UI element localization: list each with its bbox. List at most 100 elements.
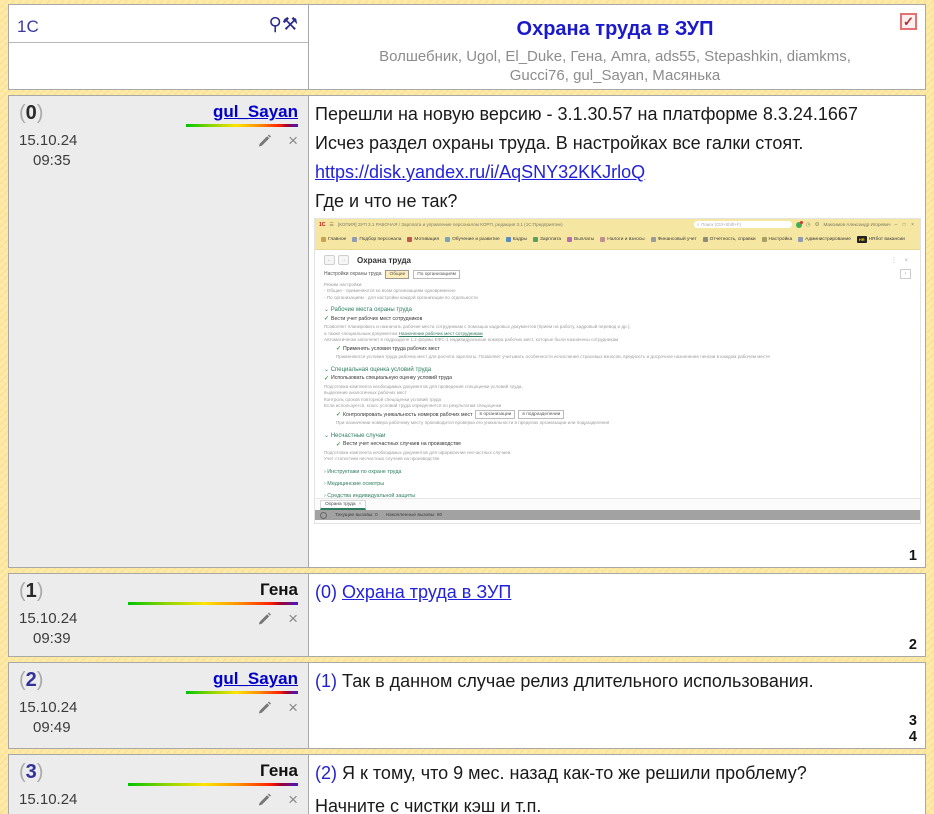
reply-refs: 2 bbox=[909, 637, 917, 653]
delete-post-icon[interactable]: × bbox=[288, 612, 298, 626]
section-siz: › Средства индивидуальной защиты bbox=[324, 493, 911, 498]
author-name[interactable]: Гена bbox=[260, 580, 298, 600]
section-medosmotry: › Медицинские осмотры bbox=[324, 481, 911, 487]
post-row-1: (1) 15.10.24 09:39 Гена × ( bbox=[8, 573, 926, 657]
author-rating-bar bbox=[186, 691, 298, 694]
edit-post-icon[interactable] bbox=[257, 792, 272, 807]
post-paragraph: Перешли на новую версию - 3.1.30.57 на п… bbox=[315, 100, 893, 129]
post-time: 09:35 bbox=[19, 151, 77, 171]
app-tabbar: Охрана труда× bbox=[315, 498, 920, 510]
post-meta-0: (0) 15.10.24 09:35 gul_Sayan × bbox=[9, 96, 309, 567]
gear-icon: ⚙ bbox=[815, 222, 820, 228]
delete-post-icon[interactable]: × bbox=[288, 701, 298, 715]
collapse-icon: ↑ bbox=[900, 269, 911, 279]
topic-link[interactable]: Охрана труда в ЗУП bbox=[342, 582, 511, 602]
author-link[interactable]: gul_Sayan bbox=[213, 669, 298, 689]
section-underline bbox=[9, 42, 308, 43]
back-icon: ← bbox=[324, 255, 335, 265]
topic-header-row: 1C ⚲​⚒ Охрана труда в ЗУП Волшебник, Ugo… bbox=[8, 4, 926, 90]
post-ref-link[interactable]: (1) bbox=[315, 671, 337, 691]
app-menu-bar: Главное Подбор персонала Мотивация Обуче… bbox=[315, 230, 920, 250]
hr-badge: HR bbox=[857, 236, 867, 243]
history-icon: ◷ bbox=[806, 222, 811, 228]
post-time: 09:53 bbox=[19, 810, 77, 814]
post-body-3: (2) Я к тому, что 9 мес. назад как-то же… bbox=[309, 755, 925, 814]
post-body-2: (1) Так в данном случае релиз длительног… bbox=[309, 663, 925, 748]
forum-page: 1C ⚲​⚒ Охрана труда в ЗУП Волшебник, Ugo… bbox=[0, 0, 934, 814]
section-accidents: ⌄ Несчастные случаи bbox=[324, 432, 911, 439]
section-label: 1C bbox=[17, 17, 39, 37]
forward-icon: → bbox=[338, 255, 349, 265]
settings-label: Настройки охраны труда bbox=[324, 271, 381, 277]
post-paragraph: Я к тому, что 9 мес. назад как-то же реш… bbox=[342, 763, 807, 783]
tab-obschie: Общие bbox=[385, 270, 409, 279]
post-ref-link[interactable]: (2) bbox=[315, 763, 337, 783]
tools-icon[interactable]: ⚲​⚒ bbox=[269, 14, 298, 35]
post-time: 09:39 bbox=[19, 629, 77, 649]
post-paragraph: Где и что не так? bbox=[315, 187, 893, 216]
tab-close-icon: × bbox=[359, 502, 362, 507]
delete-post-icon[interactable]: × bbox=[288, 793, 298, 807]
reply-ref-link[interactable]: 4 bbox=[909, 729, 917, 745]
author-rating-bar bbox=[128, 783, 298, 786]
author-link[interactable]: gul_Sayan bbox=[213, 102, 298, 122]
reply-ref-link[interactable]: 2 bbox=[909, 637, 917, 653]
window-controls: – □ × bbox=[895, 222, 917, 228]
post-time: 09:49 bbox=[19, 718, 77, 738]
post-meta-1: (1) 15.10.24 09:39 Гена × bbox=[9, 574, 309, 656]
post-date: 15.10.24 bbox=[19, 609, 77, 629]
reply-ref-link[interactable]: 1 bbox=[909, 548, 917, 564]
post-body-0: Перешли на новую версию - 3.1.30.57 на п… bbox=[309, 96, 925, 567]
check-icon: ✓ bbox=[902, 15, 915, 28]
tab-po-organizaciyam: По организациям bbox=[413, 270, 460, 279]
edit-post-icon[interactable] bbox=[257, 700, 272, 715]
post-row-3: (3) 15.10.24 09:53 Гена × ( bbox=[8, 754, 926, 814]
post-row-0: (0) 15.10.24 09:35 gul_Sayan × bbox=[8, 95, 926, 568]
1c-logo: 1С bbox=[319, 222, 325, 228]
reply-refs: 1 bbox=[909, 548, 917, 564]
app-content: ← → Охрана труда ⋮ × Настройки охраны тр… bbox=[315, 250, 920, 498]
section-workplaces: ⌄ Рабочие места охраны труда bbox=[324, 306, 911, 313]
post-number-anchor[interactable]: (2) bbox=[19, 669, 77, 691]
edit-post-icon[interactable] bbox=[257, 133, 272, 148]
author-name[interactable]: Гена bbox=[260, 761, 298, 781]
post-number-anchor[interactable]: (1) bbox=[19, 580, 77, 602]
post-date: 15.10.24 bbox=[19, 790, 77, 810]
post-number-anchor[interactable]: (0) bbox=[19, 102, 77, 124]
delete-post-icon[interactable]: × bbox=[288, 134, 298, 148]
section-cell: 1C ⚲​⚒ bbox=[9, 5, 309, 89]
app-search-box: ⌕Поиск (Ctrl+Shift+F) bbox=[694, 221, 792, 228]
burger-icon: ☰ bbox=[329, 222, 333, 228]
embedded-screenshot-1c-app[interactable]: 1С ☰ [КОПИЯ] ЗУП 3.1 РАБОЧАЯ / Зарплата … bbox=[315, 219, 920, 523]
edit-post-icon[interactable] bbox=[257, 611, 272, 626]
post-datetime: 15.10.24 09:35 bbox=[19, 131, 77, 171]
post-paragraph: Так в данном случае релиз длительного ис… bbox=[342, 671, 814, 691]
section-instruktazhi: › Инструктажи по охране труда bbox=[324, 469, 911, 475]
post-paragraph: Начните с чистки кэш и т.п. bbox=[315, 792, 893, 814]
post-meta-2: (2) 15.10.24 09:49 gul_Sayan × bbox=[9, 663, 309, 748]
post-date: 15.10.24 bbox=[19, 698, 77, 718]
watch-topic-checkbox[interactable]: ✓ bbox=[900, 13, 917, 30]
post-number-anchor[interactable]: (3) bbox=[19, 761, 77, 783]
post-row-2: (2) 15.10.24 09:49 gul_Sayan × bbox=[8, 662, 926, 749]
post-datetime: 15.10.24 09:53 bbox=[19, 790, 77, 814]
post-paragraph: Исчез раздел охраны труда. В настройках … bbox=[315, 129, 893, 158]
reply-ref-link[interactable]: 3 bbox=[909, 713, 917, 729]
reply-refs: 3 4 bbox=[909, 713, 917, 745]
app-page-title: Охрана труда bbox=[357, 256, 411, 265]
perf-icon bbox=[320, 512, 327, 519]
post-body-1: (0) Охрана труда в ЗУП 2 bbox=[309, 574, 925, 656]
yandex-disk-link[interactable]: https://disk.yandex.ru/i/AqSNY32KKJrloQ bbox=[315, 162, 645, 182]
author-rating-bar bbox=[128, 602, 298, 605]
participants-list: Волшебник, Ugol, El_Duke, Гена, Amra, ad… bbox=[360, 47, 870, 85]
workplace-assignment-link: Назначение рабочих мест сотрудникам bbox=[399, 331, 483, 336]
app-window-title: [КОПИЯ] ЗУП 3.1 РАБОЧАЯ / Зарплата и упр… bbox=[338, 222, 563, 227]
post-ref-link[interactable]: (0) bbox=[315, 582, 337, 602]
app-statusbar: Текущие вызовы: 0 Накопленные вызовы: 80 bbox=[315, 510, 920, 520]
section-sout: ⌄ Специальная оценка условий труда bbox=[324, 366, 911, 373]
more-close-icons: ⋮ × bbox=[891, 257, 911, 264]
post-date: 15.10.24 bbox=[19, 131, 77, 151]
author-rating-bar bbox=[186, 124, 298, 127]
notifications-icon bbox=[796, 222, 802, 228]
app-titlebar: 1С ☰ [КОПИЯ] ЗУП 3.1 РАБОЧАЯ / Зарплата … bbox=[315, 219, 920, 230]
